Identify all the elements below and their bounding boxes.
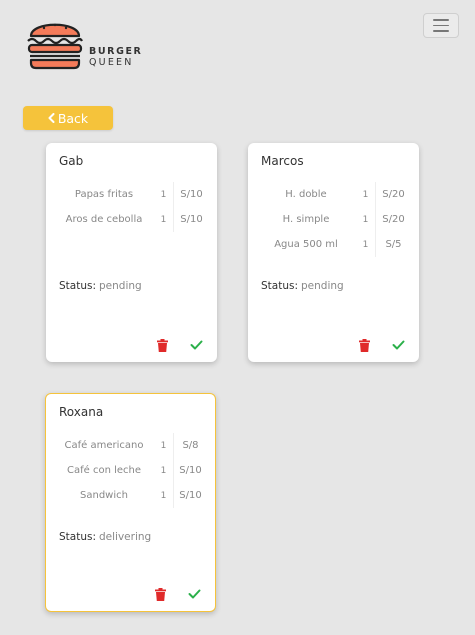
order-item-row: H. doble 1 S/20 (248, 182, 419, 207)
item-quantity: 1 (154, 458, 174, 483)
item-price: S/20 (382, 189, 405, 200)
menu-icon-bar (433, 19, 449, 21)
item-quantity: 1 (154, 207, 174, 232)
order-client-name: Gab (59, 154, 84, 168)
item-name: Café americano (64, 440, 144, 451)
order-item-row: Café americano 1 S/8 (46, 433, 215, 458)
back-button[interactable]: Back (23, 106, 113, 130)
item-price: S/5 (385, 239, 402, 250)
order-client-name: Marcos (261, 154, 304, 168)
order-actions (155, 338, 203, 352)
burger-icon (27, 23, 83, 70)
item-quantity: 1 (356, 182, 376, 207)
order-item-row: Aros de cebolla 1 S/10 (46, 207, 217, 232)
back-button-label: Back (57, 110, 89, 126)
order-item-row: H. simple 1 S/20 (248, 207, 419, 232)
brand-name-line1: BURGER (89, 46, 143, 57)
order-items-list: H. doble 1 S/20 H. simple 1 S/20 Agua 50… (248, 182, 419, 257)
item-name: Aros de cebolla (65, 214, 143, 225)
status-label: Status: (59, 280, 96, 292)
item-quantity: 1 (154, 483, 174, 508)
check-icon[interactable] (391, 338, 405, 352)
status-label: Status: (59, 531, 96, 543)
item-quantity: 1 (154, 433, 174, 458)
order-actions (357, 338, 405, 352)
page: BURGER QUEEN Back Gab Papas fritas 1 S/1… (0, 0, 475, 635)
order-item-row: Papas fritas 1 S/10 (46, 182, 217, 207)
item-quantity: 1 (356, 207, 376, 232)
order-client-name: Roxana (59, 405, 104, 419)
order-items-list: Papas fritas 1 S/10 Aros de cebolla 1 S/… (46, 182, 217, 232)
status-value: pending (99, 280, 142, 292)
order-card: Marcos H. doble 1 S/20 H. simple 1 S/20 … (248, 143, 419, 362)
item-price: S/10 (179, 490, 202, 501)
order-status: Status: delivering (59, 531, 151, 543)
item-price: S/10 (180, 214, 203, 225)
item-price: S/10 (179, 465, 202, 476)
menu-icon-bar (433, 24, 449, 27)
status-value: pending (301, 280, 344, 292)
order-actions (153, 587, 201, 601)
item-price: S/8 (182, 440, 199, 451)
order-status: Status: pending (59, 280, 142, 292)
item-quantity: 1 (154, 182, 174, 207)
check-icon[interactable] (189, 338, 203, 352)
order-item-row: Café con leche 1 S/10 (46, 458, 215, 483)
menu-icon-bar (433, 30, 449, 32)
order-item-row: Sandwich 1 S/10 (46, 483, 215, 508)
chevron-left-icon (48, 113, 55, 123)
trash-icon[interactable] (153, 587, 167, 601)
item-name: H. simple (282, 214, 330, 225)
order-status: Status: pending (261, 280, 344, 292)
item-price: S/20 (382, 214, 405, 225)
menu-toggle-button[interactable] (423, 13, 459, 38)
status-value: delivering (99, 531, 152, 543)
item-name: H. doble (285, 189, 327, 200)
item-name: Café con leche (66, 465, 141, 476)
check-icon[interactable] (187, 587, 201, 601)
item-name: Agua 500 ml (274, 239, 338, 250)
order-item-row: Agua 500 ml 1 S/5 (248, 232, 419, 257)
item-quantity: 1 (356, 232, 376, 257)
order-items-list: Café americano 1 S/8 Café con leche 1 S/… (46, 433, 215, 508)
order-card-selected[interactable]: Roxana Café americano 1 S/8 Café con lec… (45, 393, 216, 612)
status-label: Status: (261, 280, 298, 292)
trash-icon[interactable] (155, 338, 169, 352)
item-name: Sandwich (80, 490, 128, 501)
trash-icon[interactable] (357, 338, 371, 352)
order-card: Gab Papas fritas 1 S/10 Aros de cebolla … (46, 143, 217, 362)
brand-name-line2: QUEEN (89, 57, 134, 68)
item-name: Papas fritas (74, 189, 134, 200)
item-price: S/10 (180, 189, 203, 200)
